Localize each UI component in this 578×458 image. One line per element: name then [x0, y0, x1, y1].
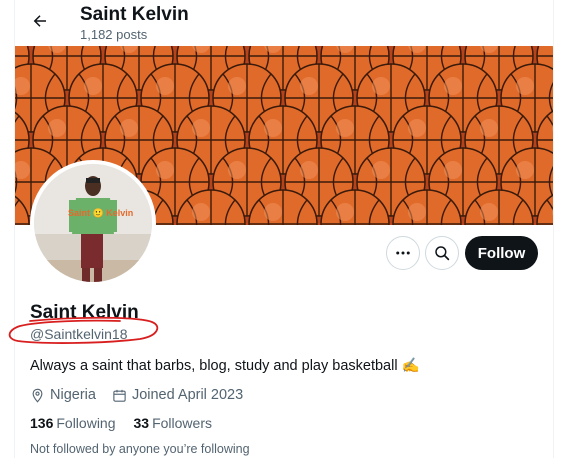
not-followed-note: Not followed by anyone you’re following [30, 442, 250, 456]
avatar-watermark-text: Saint 🙂 Kelvin [68, 208, 134, 218]
right-column-border [553, 0, 554, 458]
location-item: Nigeria [30, 387, 96, 403]
calendar-icon [113, 389, 126, 402]
header-post-count: 1,182 posts [80, 27, 148, 42]
following-count: 136 [30, 415, 54, 431]
arrow-left-icon [33, 15, 46, 27]
joined-text: Joined April 2023 [131, 387, 244, 403]
search-icon [435, 246, 450, 261]
location-text: Nigeria [50, 387, 96, 403]
following-label: Following [56, 415, 116, 431]
profile-header-bar: Saint Kelvin 1,182 posts [15, 0, 553, 46]
avatar-photo [34, 164, 152, 282]
followers-count: 33 [133, 415, 150, 431]
more-dots-icon [396, 251, 410, 255]
location-pin-icon [32, 388, 43, 403]
profile-bio: Always a saint that barbs, blog, study a… [30, 358, 420, 374]
profile-meta: Nigeria Joined April 2023 [30, 385, 259, 405]
joined-item: Joined April 2023 [112, 387, 243, 403]
follow-button[interactable]: Follow [465, 236, 538, 270]
profile-avatar[interactable]: Saint 🙂 Kelvin [30, 160, 156, 286]
search-profile-button[interactable] [425, 236, 459, 270]
header-name: Saint Kelvin [80, 4, 189, 25]
followers-link[interactable]: 33 Followers [134, 415, 212, 431]
followers-label: Followers [152, 415, 212, 431]
following-link[interactable]: 136 Following [30, 415, 116, 431]
back-button[interactable] [27, 8, 53, 34]
more-options-button[interactable] [386, 236, 420, 270]
profile-handle: @Saintkelvin18 [30, 326, 128, 342]
follow-stats: 136 Following 33 Followers [30, 415, 230, 431]
profile-name: Saint Kelvin [30, 302, 139, 323]
